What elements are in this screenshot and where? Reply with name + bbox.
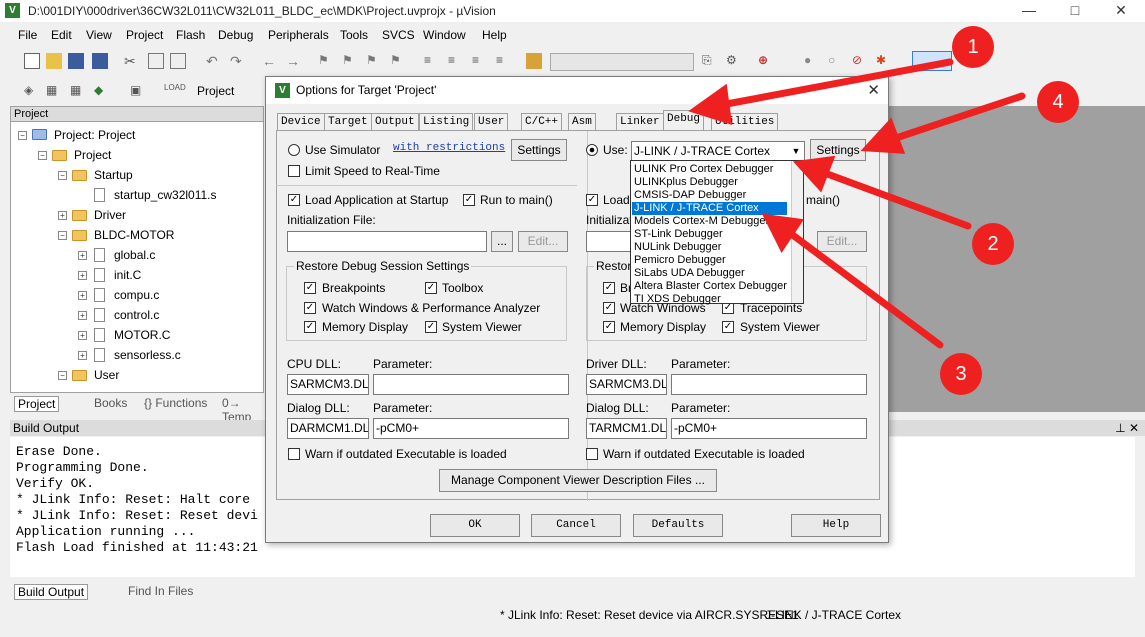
- annotation-badge-1: 1: [952, 26, 994, 68]
- arrow-1-line: [712, 58, 954, 110]
- arrow-1-head: [688, 83, 733, 125]
- arrow-3-head: [761, 213, 805, 253]
- annotation-overlay: [688, 58, 1026, 349]
- annotation-badge-4: 4: [1037, 81, 1079, 123]
- annotation-badge-2: 2: [972, 223, 1014, 265]
- arrow-4-line: [886, 92, 1026, 144]
- annotation-badge-3: 3: [940, 353, 982, 395]
- arrow-3-line: [782, 226, 944, 349]
- arrow-4-head: [860, 117, 906, 154]
- arrow-2-head: [792, 155, 836, 193]
- arrow-2-line: [818, 168, 972, 230]
